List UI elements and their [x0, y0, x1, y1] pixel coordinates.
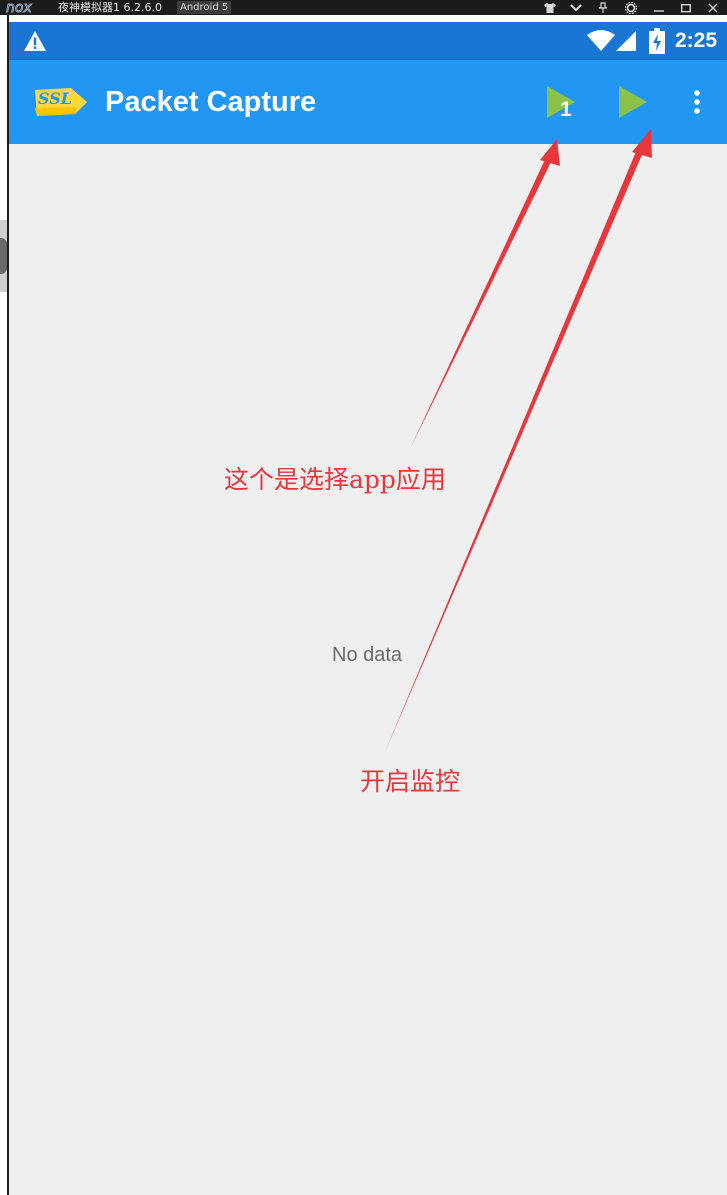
background-window-glyph [0, 238, 7, 274]
emulator-title-bar: nox 夜神模拟器1 6.2.6.0 Android 5 [0, 0, 727, 15]
close-icon[interactable] [705, 0, 721, 15]
signal-icon [615, 22, 637, 60]
maximize-icon[interactable] [678, 0, 694, 15]
app-bar: SSL Packet Capture 1 [9, 60, 727, 144]
empty-state-text: No data [332, 644, 403, 666]
nox-logo-text: nox [6, 0, 32, 15]
play-icon [619, 86, 647, 118]
wifi-icon [587, 22, 615, 60]
nox-logo: nox [6, 0, 33, 15]
gear-icon[interactable] [623, 0, 639, 15]
select-app-start-button[interactable]: 1 [533, 60, 589, 144]
annotation-select-app: 这个是选择app应用 [224, 465, 446, 494]
shirt-icon[interactable] [542, 0, 558, 15]
pin-icon[interactable] [595, 0, 611, 15]
packet-list-area[interactable] [9, 144, 727, 1195]
status-time: 2:25 [674, 29, 717, 52]
warning-icon [23, 22, 47, 60]
android-status-bar: 2:25 [9, 22, 727, 60]
emulator-title: 夜神模拟器1 6.2.6.0 [58, 1, 162, 14]
start-capture-button[interactable] [605, 60, 661, 144]
select-app-badge: 1 [560, 98, 572, 121]
android-version-badge: Android 5 [177, 1, 232, 14]
more-vertical-icon [694, 90, 700, 114]
app-title: Packet Capture [105, 86, 317, 118]
minimize-icon[interactable] [651, 0, 667, 15]
chevron-down-icon[interactable] [568, 0, 584, 15]
battery-charging-icon [649, 22, 665, 60]
overflow-menu-button[interactable] [669, 60, 725, 144]
annotation-start-capture: 开启监控 [360, 767, 461, 796]
svg-text:SSL: SSL [38, 89, 72, 108]
ssl-logo-icon: SSL [35, 88, 87, 116]
